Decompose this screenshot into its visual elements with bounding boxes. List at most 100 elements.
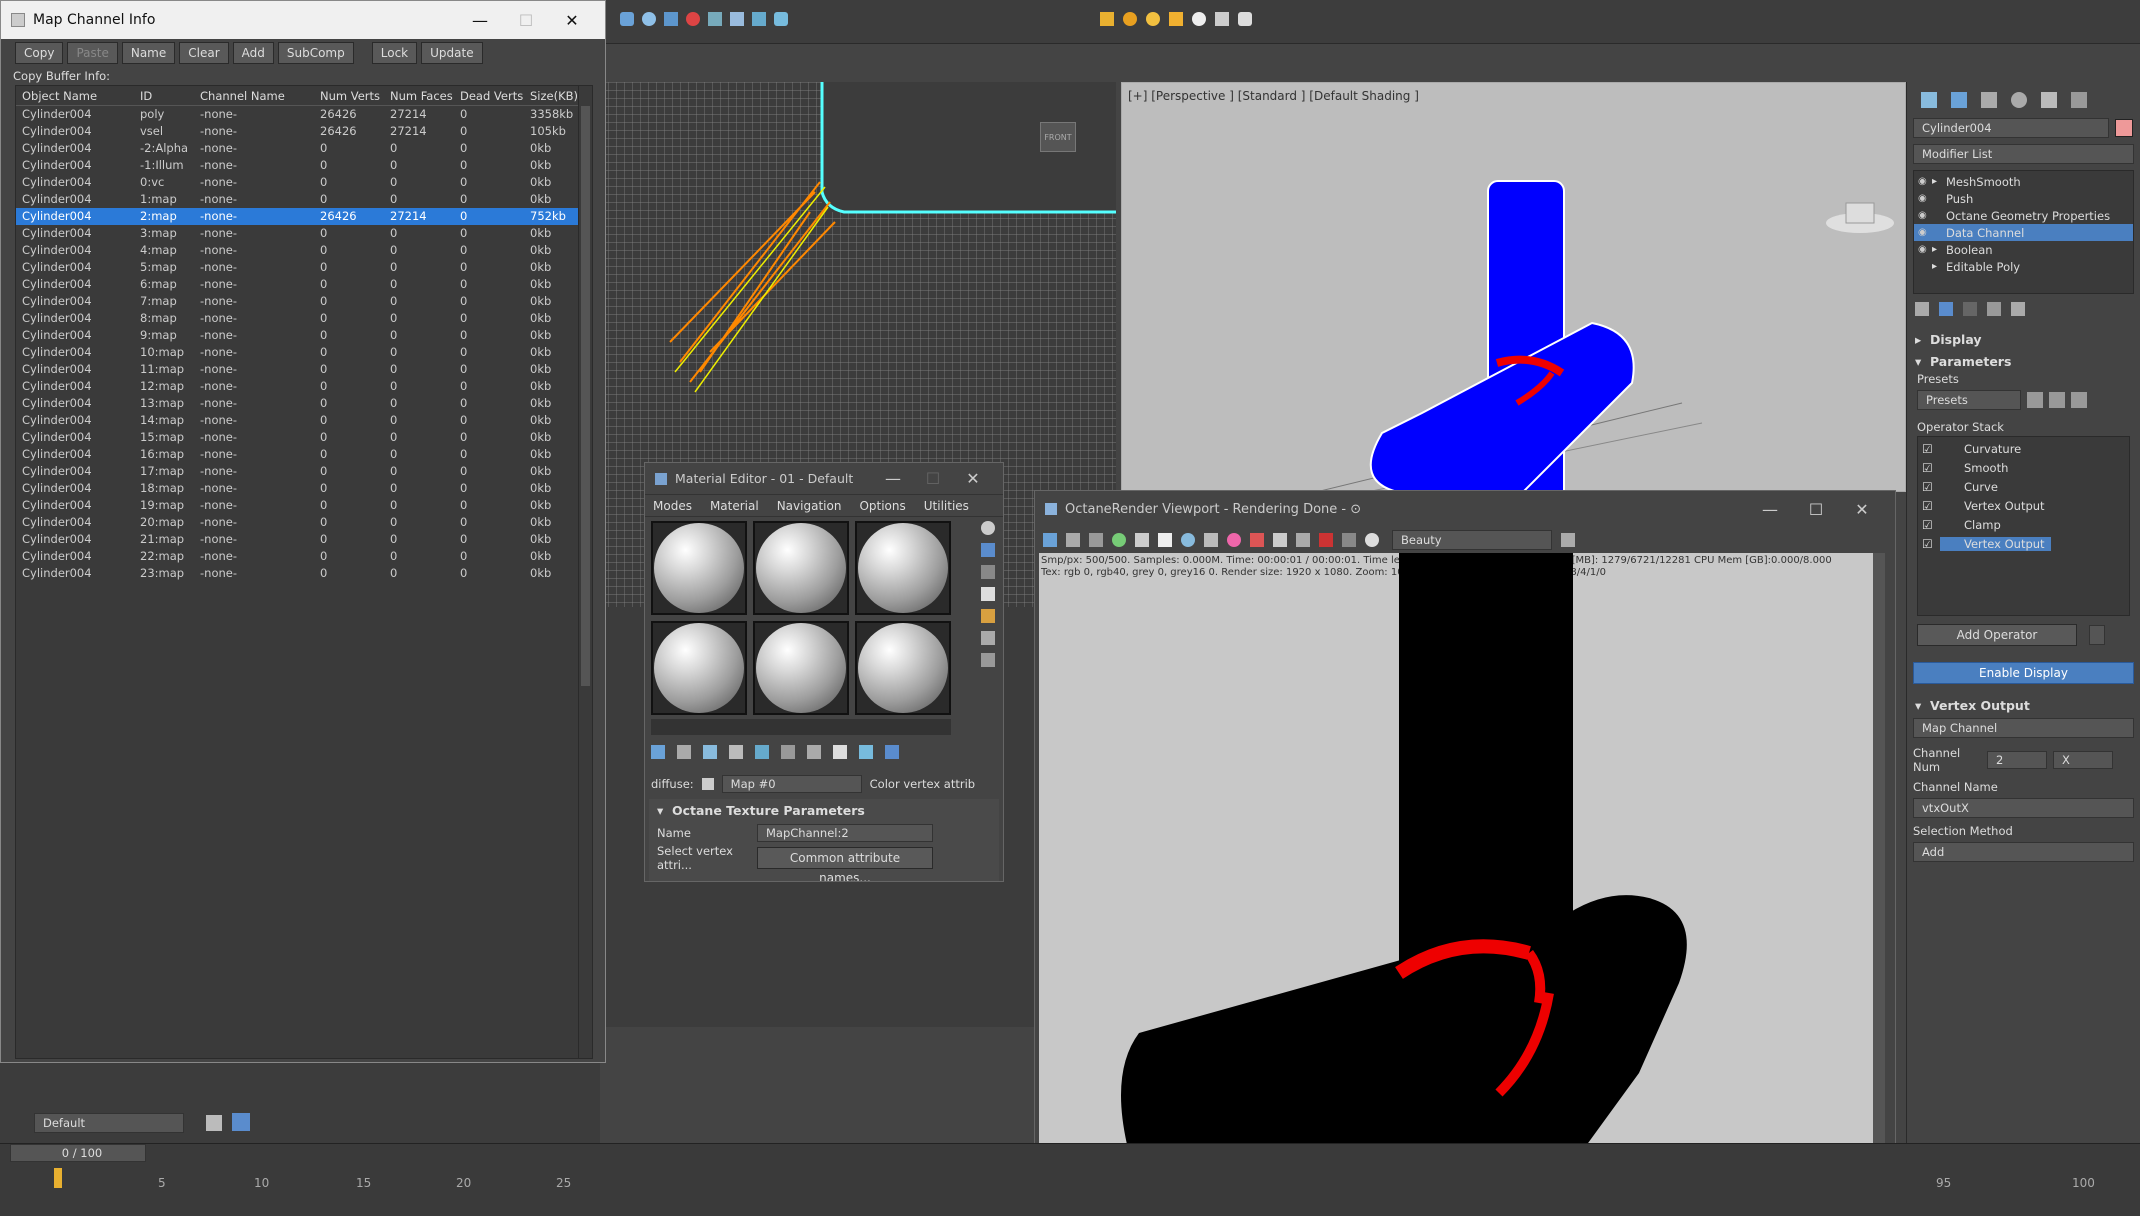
pin-stack-icon[interactable] xyxy=(1915,302,1929,316)
table-row[interactable]: Cylinder004 22:map -none- 0 0 0 0kb xyxy=(16,548,592,565)
table-scrollbar[interactable] xyxy=(578,86,592,1058)
sample-slot[interactable] xyxy=(753,621,849,715)
get-material-icon[interactable] xyxy=(651,745,665,759)
hierarchy-tab-icon[interactable] xyxy=(1981,92,1997,108)
remove-modifier-icon[interactable] xyxy=(1987,302,2001,316)
operator-checkbox[interactable]: ☑ xyxy=(1918,499,1940,513)
sample-type-icon[interactable] xyxy=(981,521,995,535)
layer-dropdown[interactable]: Default xyxy=(34,1113,184,1133)
camera-icon[interactable] xyxy=(1238,12,1252,26)
table-row[interactable]: Cylinder004 16:map -none- 0 0 0 0kb xyxy=(16,446,592,463)
save-icon[interactable] xyxy=(1043,533,1057,547)
minimize-icon[interactable]: — xyxy=(1747,491,1793,527)
operator-item[interactable]: ☑ Curve xyxy=(1918,477,2129,496)
table-row[interactable]: Cylinder004 13:map -none- 0 0 0 0kb xyxy=(16,395,592,412)
update-button[interactable]: Update xyxy=(421,42,483,64)
table-row[interactable]: Cylinder004 -2:Alpha -none- 0 0 0 0kb xyxy=(16,140,592,157)
eye-icon[interactable]: ◉ xyxy=(1914,193,1932,204)
table-row[interactable]: Cylinder004 -1:Illum -none- 0 0 0 0kb xyxy=(16,157,592,174)
selection-method-dropdown[interactable]: Add xyxy=(1913,842,2134,862)
channel-name-input[interactable]: vtxOutX xyxy=(1913,798,2134,818)
slots-scrollbar[interactable] xyxy=(651,719,951,735)
presets-dropdown[interactable]: Presets xyxy=(1917,390,2021,410)
time-slider[interactable]: 0 / 100 xyxy=(10,1144,146,1162)
sky-icon[interactable] xyxy=(1146,12,1160,26)
perspective-viewport[interactable]: [+] [Perspective ] [Standard ] [Default … xyxy=(1121,82,1906,492)
make-unique-icon[interactable] xyxy=(1963,302,1977,316)
paste-button[interactable]: Paste xyxy=(67,42,118,64)
operator-item[interactable]: ☑ Smooth xyxy=(1918,458,2129,477)
modifier-stack-item[interactable]: ◉ Push xyxy=(1914,190,2133,207)
scene-explorer-icon[interactable] xyxy=(232,1113,250,1131)
lock-button[interactable]: Lock xyxy=(371,42,418,64)
video-check-icon[interactable] xyxy=(981,609,995,623)
motion-tab-icon[interactable] xyxy=(2011,92,2027,108)
viewport-icon[interactable] xyxy=(1296,533,1310,547)
column-header[interactable]: Num Faces xyxy=(384,86,454,105)
menu-item[interactable]: Navigation xyxy=(777,499,842,513)
table-row[interactable]: Cylinder004 18:map -none- 0 0 0 0kb xyxy=(16,480,592,497)
lamp-icon[interactable] xyxy=(1169,12,1183,26)
copy-icon[interactable] xyxy=(1066,533,1080,547)
operator-item[interactable]: ☑ Clamp xyxy=(1918,515,2129,534)
object-name-field[interactable]: Cylinder004 xyxy=(1913,118,2109,138)
settings-icon[interactable] xyxy=(1365,533,1379,547)
column-header[interactable]: Object Name xyxy=(16,86,134,105)
operator-checkbox[interactable]: ☑ xyxy=(1918,442,1940,456)
add-button[interactable]: Add xyxy=(232,42,274,64)
map-channel-dropdown[interactable]: Map Channel xyxy=(1913,718,2134,738)
table-row[interactable]: Cylinder004 9:map -none- 0 0 0 0kb xyxy=(16,327,592,344)
viewcube[interactable]: FRONT xyxy=(1040,122,1076,152)
background-icon[interactable] xyxy=(981,565,995,579)
display-rollout[interactable]: ▸ Display xyxy=(1907,328,2140,350)
align-icon[interactable] xyxy=(774,12,788,26)
parameters-rollout[interactable]: ▾ Parameters xyxy=(1907,350,2140,372)
table-row[interactable]: Cylinder004 17:map -none- 0 0 0 0kb xyxy=(16,463,592,480)
show-end-icon[interactable] xyxy=(885,745,899,759)
object-color-swatch[interactable] xyxy=(2115,119,2133,137)
sphere-icon[interactable] xyxy=(1192,12,1206,26)
eye-icon[interactable]: ◉ xyxy=(1914,176,1932,187)
export-icon[interactable] xyxy=(1561,533,1575,547)
table-row[interactable]: Cylinder004 6:map -none- 0 0 0 0kb xyxy=(16,276,592,293)
table-row[interactable]: Cylinder004 7:map -none- 0 0 0 0kb xyxy=(16,293,592,310)
modifier-stack-item[interactable]: ◉ ▸ Boolean xyxy=(1914,241,2133,258)
table-row[interactable]: Cylinder004 4:map -none- 0 0 0 0kb xyxy=(16,242,592,259)
maximize-icon[interactable]: ☐ xyxy=(913,464,953,494)
operator-checkbox[interactable]: ☑ xyxy=(1918,518,1940,532)
table-row[interactable]: Cylinder004 poly -none- 26426 27214 0 3358kb xyxy=(16,106,592,123)
scrollbar-thumb[interactable] xyxy=(581,106,590,686)
minimize-icon[interactable]: — xyxy=(873,464,913,494)
render-scrollbar[interactable] xyxy=(1873,553,1885,1183)
layers-icon[interactable] xyxy=(206,1115,222,1131)
table-row[interactable]: Cylinder004 2:map -none- 26426 27214 0 752kb xyxy=(16,208,592,225)
common-attribute-button[interactable]: Common attribute names... xyxy=(757,847,933,881)
table-row[interactable]: Cylinder004 5:map -none- 0 0 0 0kb xyxy=(16,259,592,276)
minimize-icon[interactable]: — xyxy=(457,2,503,38)
column-header[interactable]: Channel Name xyxy=(194,86,314,105)
save-preset-icon[interactable] xyxy=(2049,392,2065,408)
make-preview-icon[interactable] xyxy=(981,631,995,645)
table-row[interactable]: Cylinder004 1:map -none- 0 0 0 0kb xyxy=(16,191,592,208)
maximize-icon[interactable]: ☐ xyxy=(503,2,549,38)
rotate-icon[interactable] xyxy=(664,12,678,26)
show-end-result-icon[interactable] xyxy=(1939,302,1953,316)
timeline[interactable]: 0 / 100 xyxy=(0,1143,2140,1216)
channel-num-spinner[interactable]: 2 xyxy=(1987,751,2047,769)
sample-slot[interactable] xyxy=(753,521,849,615)
menu-item[interactable]: Utilities xyxy=(924,499,969,513)
options-icon[interactable] xyxy=(981,653,995,667)
render-area[interactable]: Smp/px: 500/500. Samples: 0.000M. Time: … xyxy=(1039,553,1885,1183)
column-header[interactable]: Num Verts xyxy=(314,86,384,105)
pause-icon[interactable] xyxy=(1158,533,1172,547)
unique-icon[interactable] xyxy=(781,745,795,759)
color-picker-icon[interactable] xyxy=(1227,533,1241,547)
operator-checkbox[interactable]: ☑ xyxy=(1918,537,1940,551)
scale-icon[interactable] xyxy=(708,12,722,26)
sun-icon[interactable] xyxy=(1123,12,1137,26)
render-icon[interactable] xyxy=(686,12,700,26)
copy-material-icon[interactable] xyxy=(755,745,769,759)
maximize-icon[interactable]: ☐ xyxy=(1793,491,1839,527)
vertex-output-rollout[interactable]: ▾ Vertex Output xyxy=(1907,694,2140,716)
modify-tab-icon[interactable] xyxy=(1951,92,1967,108)
